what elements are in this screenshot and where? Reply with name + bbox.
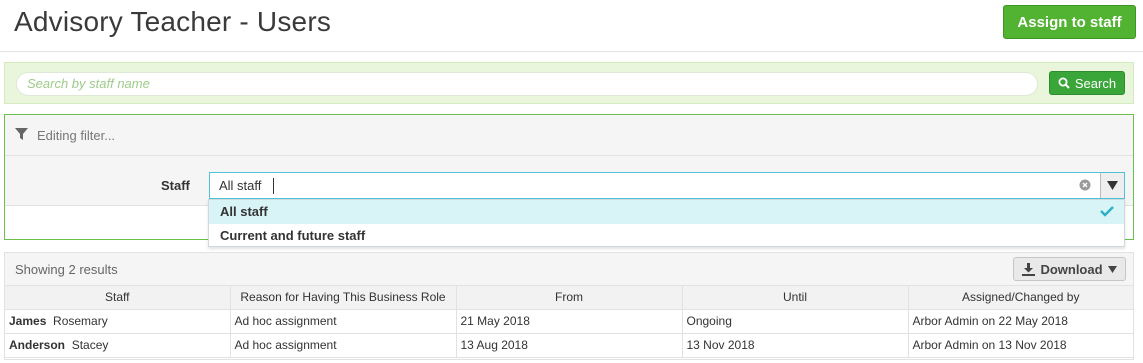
filter-icon <box>15 128 28 140</box>
staff-select[interactable]: All staff <box>209 172 1125 199</box>
table-row[interactable]: James Rosemary Ad hoc assignment 21 May … <box>5 309 1133 334</box>
staff-dropdown-menu: All staff Current and future staff <box>208 199 1125 247</box>
filter-heading: Editing filter... <box>37 128 116 143</box>
column-header-staff[interactable]: Staff <box>5 286 231 310</box>
reason-cell: Ad hoc assignment <box>230 309 457 334</box>
assigned-by-cell: Arbor Admin on 22 May 2018 <box>908 309 1133 334</box>
dropdown-option-current-future-staff[interactable]: Current and future staff <box>209 224 1124 248</box>
search-bar: Search by staff name Search <box>4 62 1134 104</box>
table-row[interactable]: Anderson Stacey Ad hoc assignment 13 Aug… <box>5 333 1133 358</box>
staff-first-name: Stacey <box>71 338 109 352</box>
until-cell: 13 Nov 2018 <box>682 333 909 358</box>
chevron-down-icon <box>1107 265 1117 273</box>
page-header: Advisory Teacher - Users Assign to staff <box>0 0 1143 52</box>
search-button-label: Search <box>1074 75 1117 91</box>
clear-icon[interactable] <box>1079 179 1091 191</box>
staff-surname: James <box>9 314 47 328</box>
staff-cell[interactable]: James Rosemary <box>5 309 231 334</box>
download-button[interactable]: Download <box>1013 257 1126 281</box>
from-cell: 21 May 2018 <box>456 309 683 334</box>
dropdown-option-label: All staff <box>220 204 268 219</box>
results-header: Showing 2 results Download <box>5 253 1133 286</box>
reason-cell: Ad hoc assignment <box>230 333 457 358</box>
search-button[interactable]: Search <box>1049 71 1125 95</box>
download-icon <box>1022 262 1036 276</box>
text-caret <box>273 178 274 194</box>
users-table: Staff Reason for Having This Business Ro… <box>5 286 1133 358</box>
results-panel: Showing 2 results Download Staff Reason … <box>4 252 1134 360</box>
page-title: Advisory Teacher - Users <box>14 6 332 37</box>
table-header-row: Staff Reason for Having This Business Ro… <box>5 286 1133 310</box>
column-header-assigned-by[interactable]: Assigned/Changed by <box>908 286 1133 310</box>
check-icon <box>1100 206 1114 217</box>
staff-select-value: All staff <box>219 178 262 193</box>
staff-cell[interactable]: Anderson Stacey <box>5 333 231 358</box>
results-count: Showing 2 results <box>15 262 118 277</box>
from-cell: 13 Aug 2018 <box>456 333 683 358</box>
download-label: Download <box>1040 261 1103 277</box>
until-cell: Ongoing <box>682 309 909 334</box>
dropdown-option-label: Current and future staff <box>220 228 366 243</box>
column-header-reason[interactable]: Reason for Having This Business Role <box>230 286 457 310</box>
search-input[interactable]: Search by staff name <box>16 72 1038 96</box>
assigned-by-cell: Arbor Admin on 13 Nov 2018 <box>908 333 1133 358</box>
column-header-until[interactable]: Until <box>682 286 909 310</box>
assign-to-staff-button[interactable]: Assign to staff <box>1003 5 1136 39</box>
column-header-from[interactable]: From <box>456 286 683 310</box>
search-icon <box>1058 77 1070 89</box>
filter-header: Editing filter... <box>5 115 1133 156</box>
chevron-down-icon <box>1107 181 1118 190</box>
staff-first-name: Rosemary <box>53 314 108 328</box>
dropdown-option-all-staff[interactable]: All staff <box>209 200 1124 224</box>
staff-label: Staff <box>161 178 190 193</box>
dropdown-toggle[interactable] <box>1100 173 1124 198</box>
staff-surname: Anderson <box>9 338 66 352</box>
